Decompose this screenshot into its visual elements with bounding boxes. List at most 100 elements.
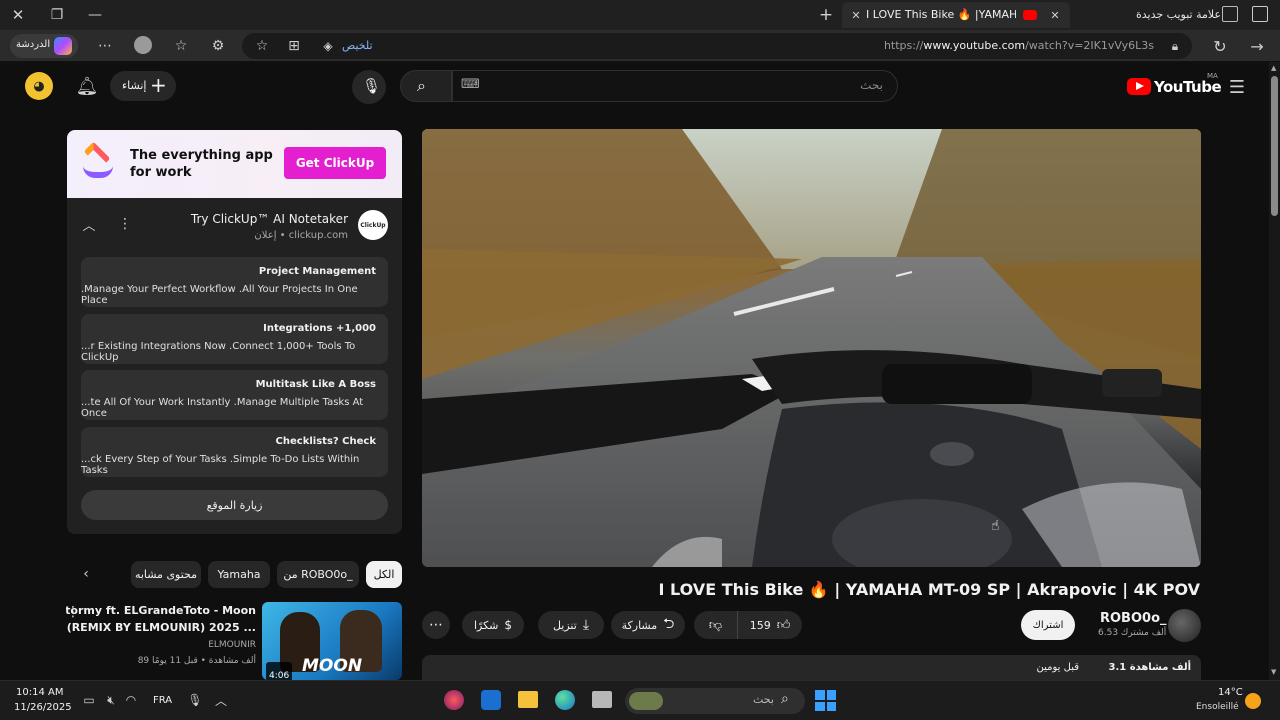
related-channel: ELMOUNIR <box>208 640 256 650</box>
ad-item[interactable]: Checklists? Check ...ck Every Step of Yo… <box>81 427 388 477</box>
show-hidden-icons-icon[interactable]: ︿ <box>212 691 230 709</box>
taskbar-app-store-icon[interactable] <box>481 690 501 710</box>
advertiser-logo[interactable]: ClickUp <box>358 210 388 240</box>
clock-date[interactable]: 11/26/2025 <box>14 702 72 713</box>
back-forward-icon[interactable]: → <box>1247 36 1267 56</box>
input-language[interactable]: FRA <box>153 695 172 706</box>
download-button[interactable]: تنزيل ⤓ <box>538 611 604 639</box>
description-box[interactable]: 3.1 ألف مشاهدة قبل يومين <box>422 655 1201 680</box>
extensions-icon[interactable]: ⚙ <box>208 36 228 56</box>
minimize-window-icon[interactable]: — <box>85 5 105 25</box>
subscribe-button[interactable]: اشتراك <box>1021 610 1075 640</box>
related-thumbnail[interactable]: MOON 4:06 <box>262 602 402 680</box>
thanks-button[interactable]: شكرًا $ <box>462 611 524 639</box>
search-input[interactable]: ⌨ بحث <box>452 70 898 102</box>
thumbs-up-icon: 👍︎ <box>776 617 791 633</box>
summarize-label[interactable]: تلخيص <box>342 39 373 52</box>
ad-sponsor: إعلان • clickup.com <box>254 230 348 241</box>
view-count: 3.1 ألف مشاهدة <box>1108 662 1191 673</box>
voice-search-button[interactable]: 🎙︎ <box>352 70 386 104</box>
restore-window-icon[interactable]: ❐ <box>47 5 67 25</box>
account-avatar[interactable]: ◕ <box>25 72 53 100</box>
search-icon: ⌕ <box>417 76 426 95</box>
wifi-icon[interactable]: ◠ <box>122 691 140 709</box>
scroll-up-arrow-icon[interactable]: ▲ <box>1271 64 1276 72</box>
like-button[interactable]: 159 👍︎ <box>738 611 802 639</box>
taskbar-app-files-icon[interactable] <box>518 691 538 708</box>
video-title: I LOVE This Bike 🔥 | YAMAHA MT-09 SP | A… <box>658 580 1200 599</box>
chip-yamaha[interactable]: Yamaha <box>208 561 270 588</box>
chip-from-channel[interactable]: من ROBO0o_ <box>277 561 359 588</box>
channel-avatar[interactable] <box>1168 609 1201 642</box>
ad-more-icon[interactable]: ⋮ <box>115 214 135 234</box>
more-actions-button[interactable]: ⋯ <box>422 611 450 639</box>
summarize-icon[interactable]: ◈ <box>318 36 338 56</box>
url-host: www.youtube.com <box>923 39 1026 52</box>
hamburger-menu-icon[interactable]: ☰ <box>1226 76 1248 98</box>
taskbar-search[interactable]: بحث ⌕ <box>625 688 805 714</box>
chip-related[interactable]: محتوى مشابه <box>131 561 201 588</box>
more-options-icon[interactable]: ⋯ <box>95 36 115 56</box>
profile-avatar-icon[interactable] <box>134 36 152 54</box>
chip-scroll-left-icon[interactable]: ‹ <box>76 564 96 584</box>
copilot-chat-button[interactable]: الدردشة <box>10 34 78 58</box>
duration-badge: 4:06 <box>266 662 293 680</box>
keyboard-icon[interactable]: ⌨ <box>461 77 480 92</box>
volume-muted-icon[interactable]: 🔇︎ <box>102 691 120 709</box>
ad-item-desc: ...r Existing Integrations Now .Connect … <box>81 341 356 363</box>
more-horizontal-icon: ⋯ <box>429 617 443 633</box>
favorites-icon[interactable]: ☆ <box>171 36 191 56</box>
tab-close-icon-2[interactable]: ✕ <box>1046 6 1064 24</box>
weather-desc[interactable]: Ensoleillé <box>1196 702 1239 712</box>
tab-new-tab-title[interactable]: علامة تبويب جديدة <box>1136 8 1221 21</box>
search-button[interactable]: ⌕ <box>400 70 452 102</box>
lock-icon[interactable]: 🔒︎ <box>1166 36 1184 56</box>
thumb-text: MOON <box>302 656 363 676</box>
ad-banner-line2: for work <box>130 165 192 180</box>
channel-name[interactable]: ROBO0o_ <box>1100 611 1167 626</box>
ad-item[interactable]: Integrations +1,000 ...r Existing Integr… <box>81 314 388 364</box>
ad-item[interactable]: Multitask Like A Boss ...te All Of Your … <box>81 370 388 420</box>
related-video-item[interactable]: ⋮ Stormy ft. ELGrandeToto - Moon (REMIX … <box>66 602 402 680</box>
ad-item-title: Multitask Like A Boss <box>255 379 376 390</box>
taskbar-app-edge-icon[interactable] <box>555 690 575 710</box>
advertiser-logo-text: ClickUp <box>360 221 386 229</box>
tab-close-icon[interactable]: ✕ <box>847 6 865 24</box>
visit-site-button[interactable]: زيارة الموقع <box>81 490 388 520</box>
close-window-icon[interactable]: ✕ <box>8 5 28 25</box>
windows-start-icon[interactable] <box>815 690 836 711</box>
page-scrollbar[interactable]: ▲ ▼ <box>1269 62 1280 680</box>
tab-youtube-video[interactable]: ✕ I LOVE This Bike 🔥 |YAMAHA MT ✕ <box>842 2 1070 28</box>
taskbar-app-game-icon[interactable] <box>444 690 464 710</box>
create-button[interactable]: إنشاء + <box>110 71 176 101</box>
dislike-button[interactable]: 👎︎ <box>694 611 738 639</box>
notifications-bell-icon[interactable]: 🔔︎ <box>75 74 99 98</box>
tab-actions-icon[interactable] <box>1252 6 1268 22</box>
youtube-logo[interactable]: YouTube MA <box>1127 72 1227 100</box>
microphone-tray-icon[interactable]: 🎙︎ <box>186 691 204 709</box>
split-screen-icon[interactable]: ⊞ <box>284 36 304 56</box>
battery-icon[interactable]: ▭ <box>80 691 98 709</box>
taskbar-app-window-icon[interactable] <box>592 691 612 708</box>
refresh-icon[interactable]: ↻ <box>1210 36 1230 56</box>
scroll-down-arrow-icon[interactable]: ▼ <box>1271 668 1276 676</box>
get-clickup-button[interactable]: Get ClickUp <box>284 147 386 179</box>
clock-time[interactable]: 10:14 AM <box>16 687 63 698</box>
weather-temp[interactable]: 14°C <box>1218 687 1243 698</box>
ad-item[interactable]: Project Management .Manage Your Perfect … <box>81 257 388 307</box>
weather-sun-icon[interactable] <box>1245 693 1261 709</box>
collapse-chevron-icon[interactable]: ︿ <box>79 214 99 234</box>
url-field[interactable]: ☆ ⊞ ◈ تلخيص https://www.youtube.com/watc… <box>242 33 1192 59</box>
ad-banner[interactable]: The everything app for work Get ClickUp <box>67 130 402 198</box>
like-count: 159 <box>749 618 771 632</box>
browser-address-bar: الدردشة ⋯ ☆ ⚙ ☆ ⊞ ◈ تلخيص https://www.yo… <box>0 30 1280 62</box>
chat-label: الدردشة <box>16 39 51 50</box>
scrollbar-thumb[interactable] <box>1271 76 1278 216</box>
add-favorite-icon[interactable]: ☆ <box>252 36 272 56</box>
chip-all[interactable]: الكل <box>366 561 402 588</box>
video-player[interactable]: ☝ <box>422 129 1201 567</box>
ad-title[interactable]: Try ClickUp™ AI Notetaker <box>191 212 348 226</box>
region-code: MA <box>1207 72 1218 80</box>
new-tab-icon[interactable]: + <box>816 5 836 25</box>
share-button[interactable]: مشاركة ⮌ <box>611 611 685 639</box>
